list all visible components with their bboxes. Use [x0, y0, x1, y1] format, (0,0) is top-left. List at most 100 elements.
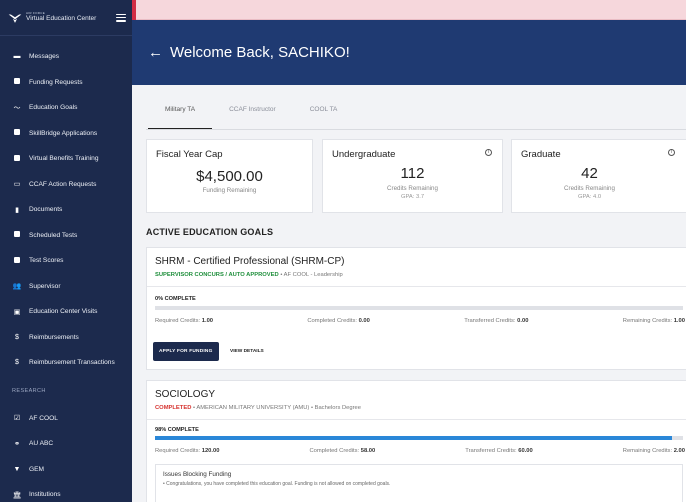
- sidebar-item-label: Supervisor: [29, 282, 61, 290]
- sidebar-item-scheduled-tests[interactable]: Scheduled Tests: [0, 223, 132, 249]
- sidebar-item-documents[interactable]: ▮ Documents: [0, 197, 132, 223]
- info-icon[interactable]: i: [668, 149, 675, 156]
- sidebar-item-au-abc[interactable]: ⚭ AU ABC: [0, 431, 132, 457]
- sidebar-item-education-goals[interactable]: 〜 Education Goals: [0, 95, 132, 121]
- sidebar-item-gem[interactable]: ▼ GEM: [0, 457, 132, 483]
- divider: [147, 286, 686, 287]
- gpa-label: GPA:: [400, 194, 415, 200]
- sidebar-item-label: Test Scores: [29, 257, 64, 265]
- credits-row: Required Credits: 1.00 Completed Credits…: [155, 318, 685, 324]
- sidebar-item-ccaf-action-requests[interactable]: ▭ CCAF Action Requests: [0, 172, 132, 198]
- section-title: ACTIVE EDUCATION GOALS: [146, 227, 274, 237]
- tab-divider: [146, 129, 686, 130]
- tab-ccaf-instructor[interactable]: CCAF Instructor: [212, 100, 293, 130]
- remaining-credits: Remaining Credits: 2.00: [622, 448, 685, 454]
- gpa-value: 3.7: [416, 194, 425, 200]
- credits-value: 42: [581, 165, 598, 182]
- sidebar-nav: ▬ Messages Funding Requests 〜 Education Go…: [0, 44, 132, 502]
- graduate-card: Graduate i 42 Credits Remaining GPA: 4.0: [511, 139, 686, 213]
- sidebar-item-label: Documents: [29, 206, 63, 214]
- issues-title: Issues Blocking Funding: [163, 471, 232, 478]
- sidebar-item-label: Virtual Benefits Training: [29, 155, 99, 163]
- document-icon: [12, 78, 22, 86]
- goal-title: SHRM - Certified Professional (SHRM-CP): [155, 256, 345, 267]
- research-heading: RESEARCH: [12, 387, 46, 394]
- funding-amount: $4,500.00: [196, 168, 263, 185]
- progress-bar: [155, 306, 683, 310]
- goal-institution: AMERICAN MILITARY UNIVERSITY (AMU): [196, 405, 310, 411]
- handshake-icon: ⚭: [14, 440, 20, 448]
- sidebar-item-label: AU ABC: [29, 440, 54, 448]
- sidebar-item-education-center-visits[interactable]: ▣ Education Center Visits: [0, 299, 132, 325]
- alert-banner: [132, 0, 686, 20]
- sidebar-item-af-cool[interactable]: ☑ AF COOL: [0, 406, 132, 432]
- credits-label: Credits Remaining: [564, 185, 615, 192]
- logo-title: Virtual Education Center: [26, 15, 97, 23]
- fiscal-year-cap-card: Fiscal Year Cap $4,500.00 Funding Remain…: [146, 139, 313, 213]
- sidebar-item-label: Messages: [29, 53, 60, 61]
- goal-detail: AF COOL - Leadership: [283, 272, 343, 278]
- apply-for-funding-button[interactable]: APPLY FOR FUNDING: [153, 342, 219, 361]
- tab-military-ta[interactable]: Military TA: [148, 100, 213, 130]
- sidebar-item-label: Institutions: [29, 491, 61, 499]
- sidebar-item-reimbursement-transactions[interactable]: $ Reimbursement Transactions: [0, 350, 132, 376]
- filter-icon: ▼: [13, 465, 21, 473]
- progress-bar: [155, 436, 683, 440]
- sidebar-item-messages[interactable]: ▬ Messages: [0, 44, 132, 70]
- document-icon: [12, 129, 22, 137]
- issues-text: • Congratulations, you have completed th…: [163, 481, 391, 487]
- tab-cool-ta[interactable]: COOL TA: [293, 100, 355, 130]
- logo-text: AIR FORCE Virtual Education Center: [26, 12, 116, 23]
- info-icon[interactable]: i: [485, 149, 492, 156]
- sidebar-item-funding-requests[interactable]: Funding Requests: [0, 70, 132, 96]
- training-icon: [12, 154, 22, 163]
- card-title: Fiscal Year Cap: [156, 149, 223, 160]
- sidebar-item-label: Education Goals: [29, 104, 78, 112]
- sidebar-item-supervisor[interactable]: 👥 Supervisor: [0, 274, 132, 300]
- view-details-button[interactable]: VIEW DETAILS: [230, 342, 264, 361]
- completed-credits: Completed Credits: 0.00: [307, 318, 370, 324]
- status-badge: SUPERVISOR CONCURS / AUTO APPROVED: [155, 272, 279, 278]
- score-icon: [12, 256, 22, 265]
- remaining-credits: Remaining Credits: 1.00: [622, 318, 685, 324]
- calendar-icon: [12, 231, 22, 239]
- calendar-icon: ▣: [13, 308, 21, 316]
- goal-status: SUPERVISOR CONCURS / AUTO APPROVED • AF …: [155, 272, 343, 278]
- sidebar-item-test-scores[interactable]: Test Scores: [0, 248, 132, 274]
- completed-credits: Completed Credits: 58.00: [309, 448, 376, 454]
- progress-fill: [155, 436, 673, 440]
- credits-label: Credits Remaining: [387, 185, 438, 192]
- card-title: Graduate: [521, 149, 561, 160]
- sidebar-item-virtual-benefits-training[interactable]: Virtual Benefits Training: [0, 146, 132, 172]
- menu-toggle-icon[interactable]: [116, 13, 126, 22]
- funding-label: Funding Remaining: [202, 187, 257, 194]
- sidebar-item-label: CCAF Action Requests: [29, 180, 97, 188]
- undergraduate-card: Undergraduate i 112 Credits Remaining GP…: [322, 139, 503, 213]
- gpa: GPA: 4.0: [512, 194, 667, 200]
- gpa: GPA: 3.7: [323, 194, 502, 200]
- sidebar-item-institutions[interactable]: 🏛 Institutions: [0, 482, 132, 502]
- sidebar: AIR FORCE Virtual Education Center ▬ Mess…: [0, 0, 132, 502]
- sidebar-item-reimbursements[interactable]: $ Reimbursements: [0, 325, 132, 351]
- check-icon: ☑: [13, 415, 21, 423]
- credits-row: Required Credits: 120.00 Completed Credi…: [155, 448, 685, 454]
- percent-complete: 0% COMPLETE: [155, 296, 196, 302]
- divider: [147, 419, 686, 420]
- page-title: Welcome Back, SACHIKO!: [170, 44, 350, 61]
- sidebar-item-label: Reimbursements: [29, 333, 79, 341]
- message-icon: ▬: [13, 53, 21, 61]
- sidebar-item-skillbridge[interactable]: SkillBridge Applications: [0, 121, 132, 147]
- gpa-value: 4.0: [593, 194, 602, 200]
- transferred-credits: Transferred Credits: 60.00: [465, 448, 533, 454]
- sidebar-item-label: Reimbursement Transactions: [29, 359, 115, 367]
- goal-degree: Bachelors Degree: [314, 405, 361, 411]
- folder-icon: ▭: [13, 181, 21, 189]
- required-credits: Required Credits: 1.00: [155, 318, 214, 324]
- transferred-credits: Transferred Credits: 0.00: [464, 318, 529, 324]
- air-force-logo-icon: [8, 14, 22, 23]
- goal-title: SOCIOLOGY: [155, 389, 216, 400]
- required-credits: Required Credits: 120.00: [155, 448, 220, 454]
- dollar-icon: $: [15, 359, 19, 367]
- people-icon: 👥: [12, 283, 22, 291]
- back-arrow-icon[interactable]: ←: [148, 44, 163, 61]
